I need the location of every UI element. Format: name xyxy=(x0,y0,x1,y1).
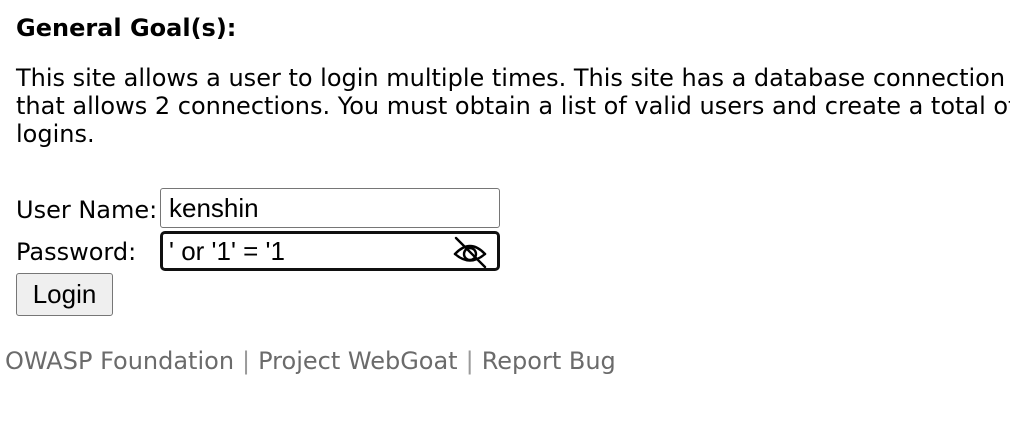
goal-description-line: logins. xyxy=(16,120,95,148)
password-label: Password: xyxy=(16,238,137,266)
footer: OWASP Foundation | Project WebGoat | Report … xyxy=(5,346,616,376)
footer-separator: | xyxy=(242,347,251,375)
username-label: User Name: xyxy=(16,196,158,224)
goal-heading: General Goal(s): xyxy=(16,14,237,42)
footer-link-project-webgoat[interactable]: Project WebGoat xyxy=(258,347,457,375)
password-visibility-toggle[interactable] xyxy=(451,235,489,269)
footer-link-owasp-foundation[interactable]: OWASP Foundation xyxy=(5,347,234,375)
page-content: General Goal(s): This site allows a user… xyxy=(0,0,1010,432)
goal-description-line: This site allows a user to login multipl… xyxy=(16,64,1010,92)
footer-link-report-bug[interactable]: Report Bug xyxy=(482,347,616,375)
footer-separator: | xyxy=(465,347,474,375)
password-input[interactable] xyxy=(160,231,500,271)
login-button[interactable]: Login xyxy=(16,273,113,316)
username-input[interactable] xyxy=(160,188,500,228)
eye-slash-icon xyxy=(453,236,487,268)
goal-description: This site allows a user to login multipl… xyxy=(16,64,1010,148)
goal-description-line: that allows 2 connections. You must obta… xyxy=(16,92,1010,120)
